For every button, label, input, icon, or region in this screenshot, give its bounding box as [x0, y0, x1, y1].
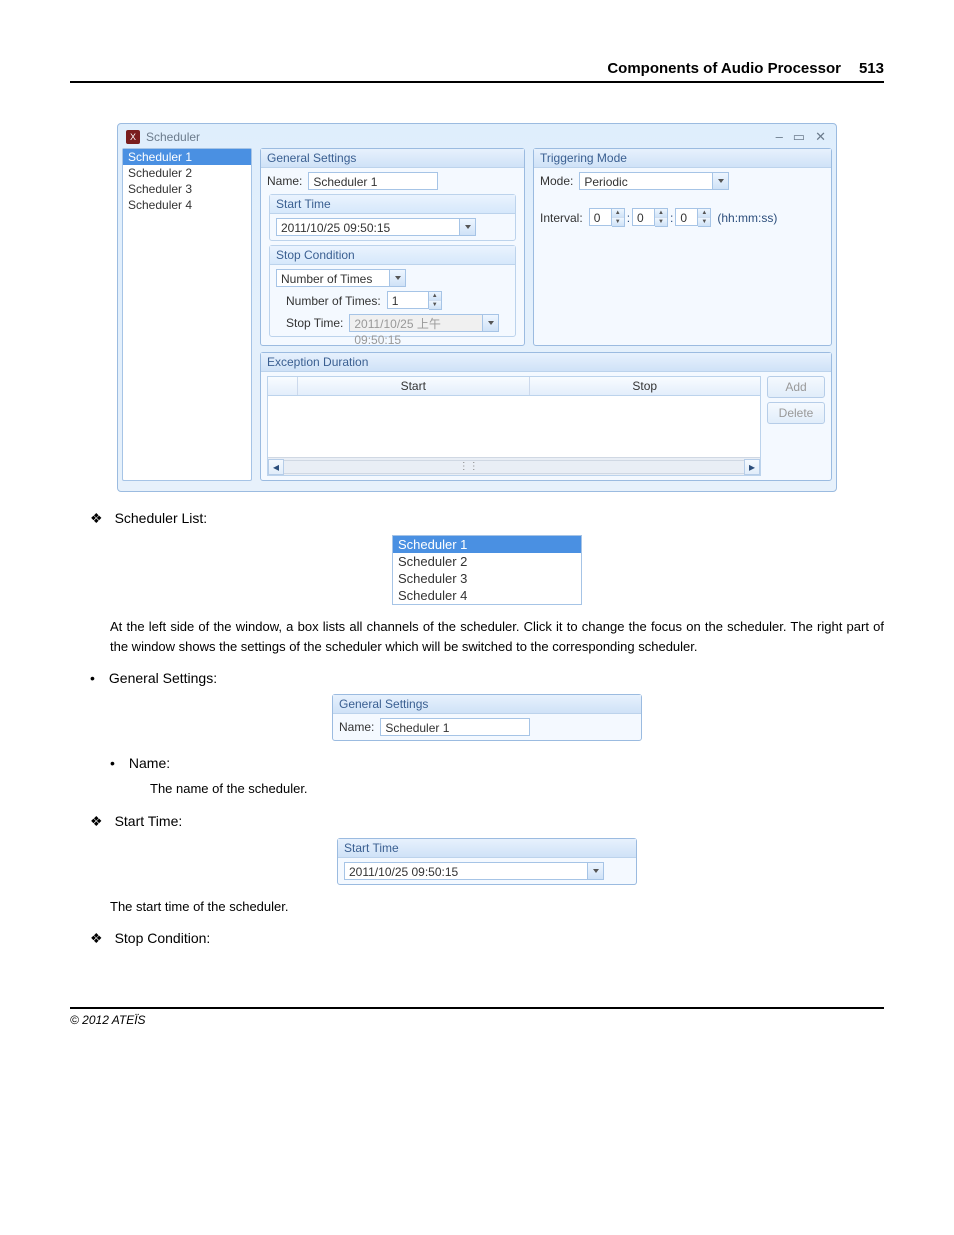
page-header: Components of Audio Processor 513	[70, 60, 884, 83]
exception-table-body: ◂ ⋮⋮ ▸	[267, 396, 761, 476]
header-title: Components of Audio Processor	[607, 60, 841, 77]
chevron-down-icon	[395, 276, 401, 280]
chevron-down-icon	[593, 869, 599, 873]
interval-ss[interactable]: 0	[675, 208, 698, 226]
scroll-left-icon[interactable]: ◂	[268, 459, 284, 475]
scheduler-window: X Scheduler – ▭ ✕ Scheduler 1 Scheduler …	[117, 123, 837, 492]
start-time-dropdown[interactable]	[460, 218, 476, 236]
mini-scheduler-list: Scheduler 1 Scheduler 2 Scheduler 3 Sche…	[392, 535, 582, 605]
interval-mm-spinner[interactable]: ▲▼	[655, 208, 668, 227]
list-item[interactable]: Scheduler 4	[123, 197, 251, 213]
mini-start-time-panel: Start Time 2011/10/25 09:50:15	[337, 838, 637, 885]
panel-title: Exception Duration	[261, 353, 831, 372]
interval-ss-spinner[interactable]: ▲▼	[698, 208, 711, 227]
list-item[interactable]: Scheduler 2	[393, 553, 581, 570]
list-item[interactable]: Scheduler 1	[393, 536, 581, 553]
num-times-input[interactable]: 1	[387, 291, 429, 309]
interval-hh-spinner[interactable]: ▲▼	[612, 208, 625, 227]
app-icon: X	[126, 130, 140, 144]
mode-select[interactable]: Periodic	[579, 172, 713, 190]
name-input[interactable]: Scheduler 1	[380, 718, 530, 736]
maximize-button[interactable]: ▭	[793, 131, 805, 143]
scheduler-list-description: At the left side of the window, a box li…	[110, 617, 884, 656]
scheduler-list-heading: Scheduler List:	[90, 510, 884, 527]
list-item[interactable]: Scheduler 3	[393, 570, 581, 587]
name-heading: Name:	[110, 755, 884, 771]
footer-copyright: © 2012 ATEÏS	[70, 1007, 884, 1027]
stop-time-input: 2011/10/25 上午 09:50:15	[349, 314, 483, 332]
titlebar: X Scheduler – ▭ ✕	[122, 128, 832, 148]
name-description: The name of the scheduler.	[150, 779, 884, 799]
list-item[interactable]: Scheduler 1	[123, 149, 251, 165]
sep-colon: :	[627, 211, 630, 225]
start-time-title: Start Time	[270, 195, 515, 214]
minimize-button[interactable]: –	[776, 131, 783, 143]
name-label: Name:	[267, 174, 302, 188]
header-page-number: 513	[859, 60, 884, 77]
start-time-dropdown[interactable]	[588, 862, 604, 880]
add-button[interactable]: Add	[767, 376, 825, 398]
list-item[interactable]: Scheduler 4	[393, 587, 581, 604]
stop-time-label: Stop Time:	[286, 316, 343, 330]
horizontal-scrollbar[interactable]: ◂ ⋮⋮ ▸	[268, 457, 760, 475]
general-settings-panel: General Settings Name: Scheduler 1 Start…	[260, 148, 525, 346]
panel-title: General Settings	[333, 695, 641, 714]
close-button[interactable]: ✕	[815, 131, 826, 143]
name-input[interactable]: Scheduler 1	[308, 172, 438, 190]
list-item[interactable]: Scheduler 2	[123, 165, 251, 181]
panel-title: General Settings	[261, 149, 524, 168]
scheduler-list[interactable]: Scheduler 1 Scheduler 2 Scheduler 3 Sche…	[122, 148, 252, 481]
stop-time-dropdown[interactable]	[483, 314, 499, 332]
start-time-heading: Start Time:	[90, 813, 884, 830]
list-item[interactable]: Scheduler 3	[123, 181, 251, 197]
panel-title: Start Time	[338, 839, 636, 858]
interval-units: (hh:mm:ss)	[717, 211, 777, 225]
start-time-input[interactable]: 2011/10/25 09:50:15	[276, 218, 460, 236]
num-times-label: Number of Times:	[286, 294, 381, 308]
stop-type-select[interactable]: Number of Times	[276, 269, 390, 287]
start-time-description: The start time of the scheduler.	[110, 897, 884, 917]
start-time-input[interactable]: 2011/10/25 09:50:15	[344, 862, 588, 880]
mode-dropdown[interactable]	[713, 172, 729, 190]
num-times-spinner[interactable]: ▲▼	[429, 291, 442, 310]
sep-colon: :	[670, 211, 673, 225]
col-start: Start	[298, 377, 530, 395]
delete-button[interactable]: Delete	[767, 402, 825, 424]
triggering-mode-panel: Triggering Mode Mode: Periodic Interval	[533, 148, 832, 346]
stop-condition-heading: Stop Condition:	[90, 930, 884, 947]
mode-label: Mode:	[540, 174, 573, 188]
chevron-down-icon	[718, 179, 724, 183]
chevron-down-icon	[488, 321, 494, 325]
interval-hh[interactable]: 0	[589, 208, 612, 226]
name-label: Name:	[339, 720, 374, 734]
interval-mm[interactable]: 0	[632, 208, 655, 226]
panel-title: Triggering Mode	[534, 149, 831, 168]
window-title: Scheduler	[146, 130, 200, 144]
general-settings-heading: General Settings:	[90, 670, 884, 686]
col-stop: Stop	[530, 377, 761, 395]
scroll-right-icon[interactable]: ▸	[744, 459, 760, 475]
chevron-down-icon	[465, 225, 471, 229]
exception-table-header: Start Stop	[267, 376, 761, 396]
mini-general-settings-panel: General Settings Name: Scheduler 1	[332, 694, 642, 741]
interval-label: Interval:	[540, 211, 583, 225]
exception-duration-panel: Exception Duration Start Stop	[260, 352, 832, 481]
stop-condition-title: Stop Condition	[270, 246, 515, 265]
stop-type-dropdown[interactable]	[390, 269, 406, 287]
